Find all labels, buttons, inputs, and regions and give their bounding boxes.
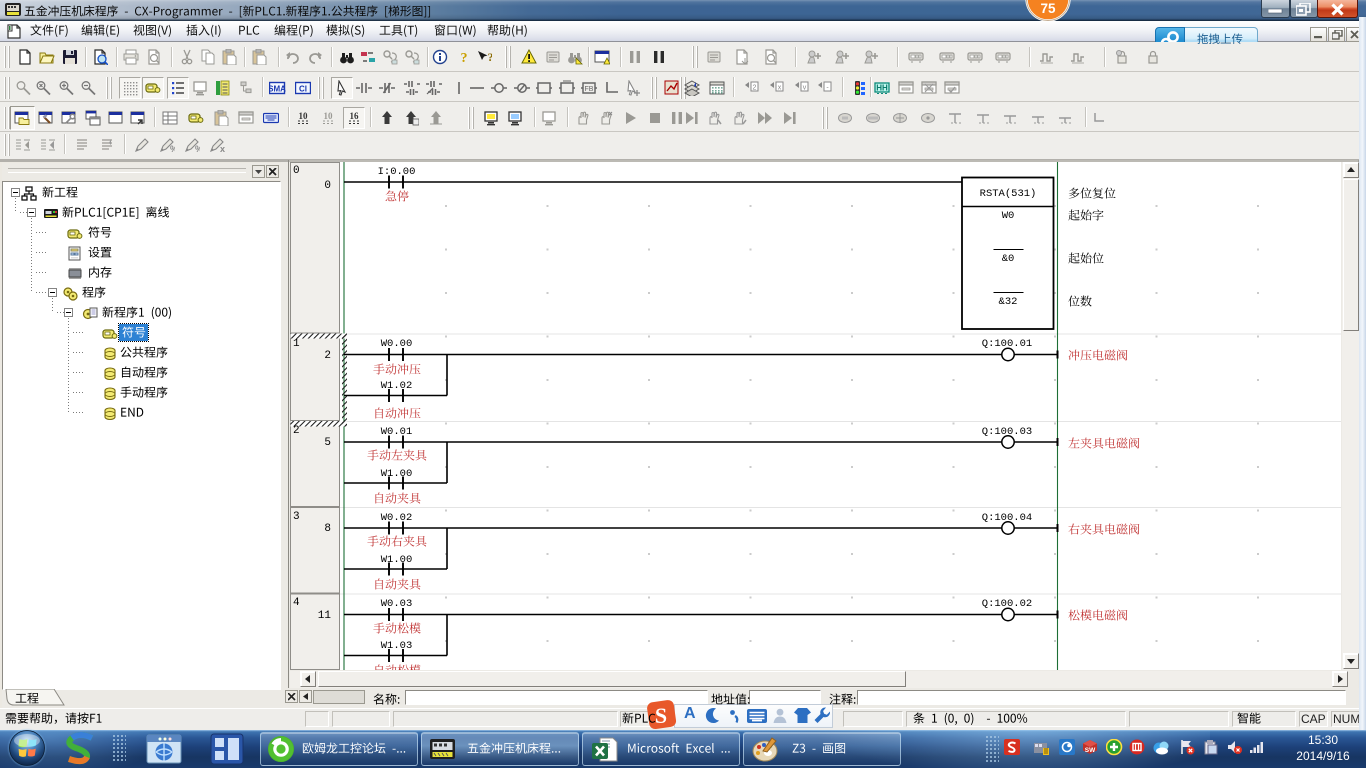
- svg-text:SW: SW: [1085, 747, 1096, 754]
